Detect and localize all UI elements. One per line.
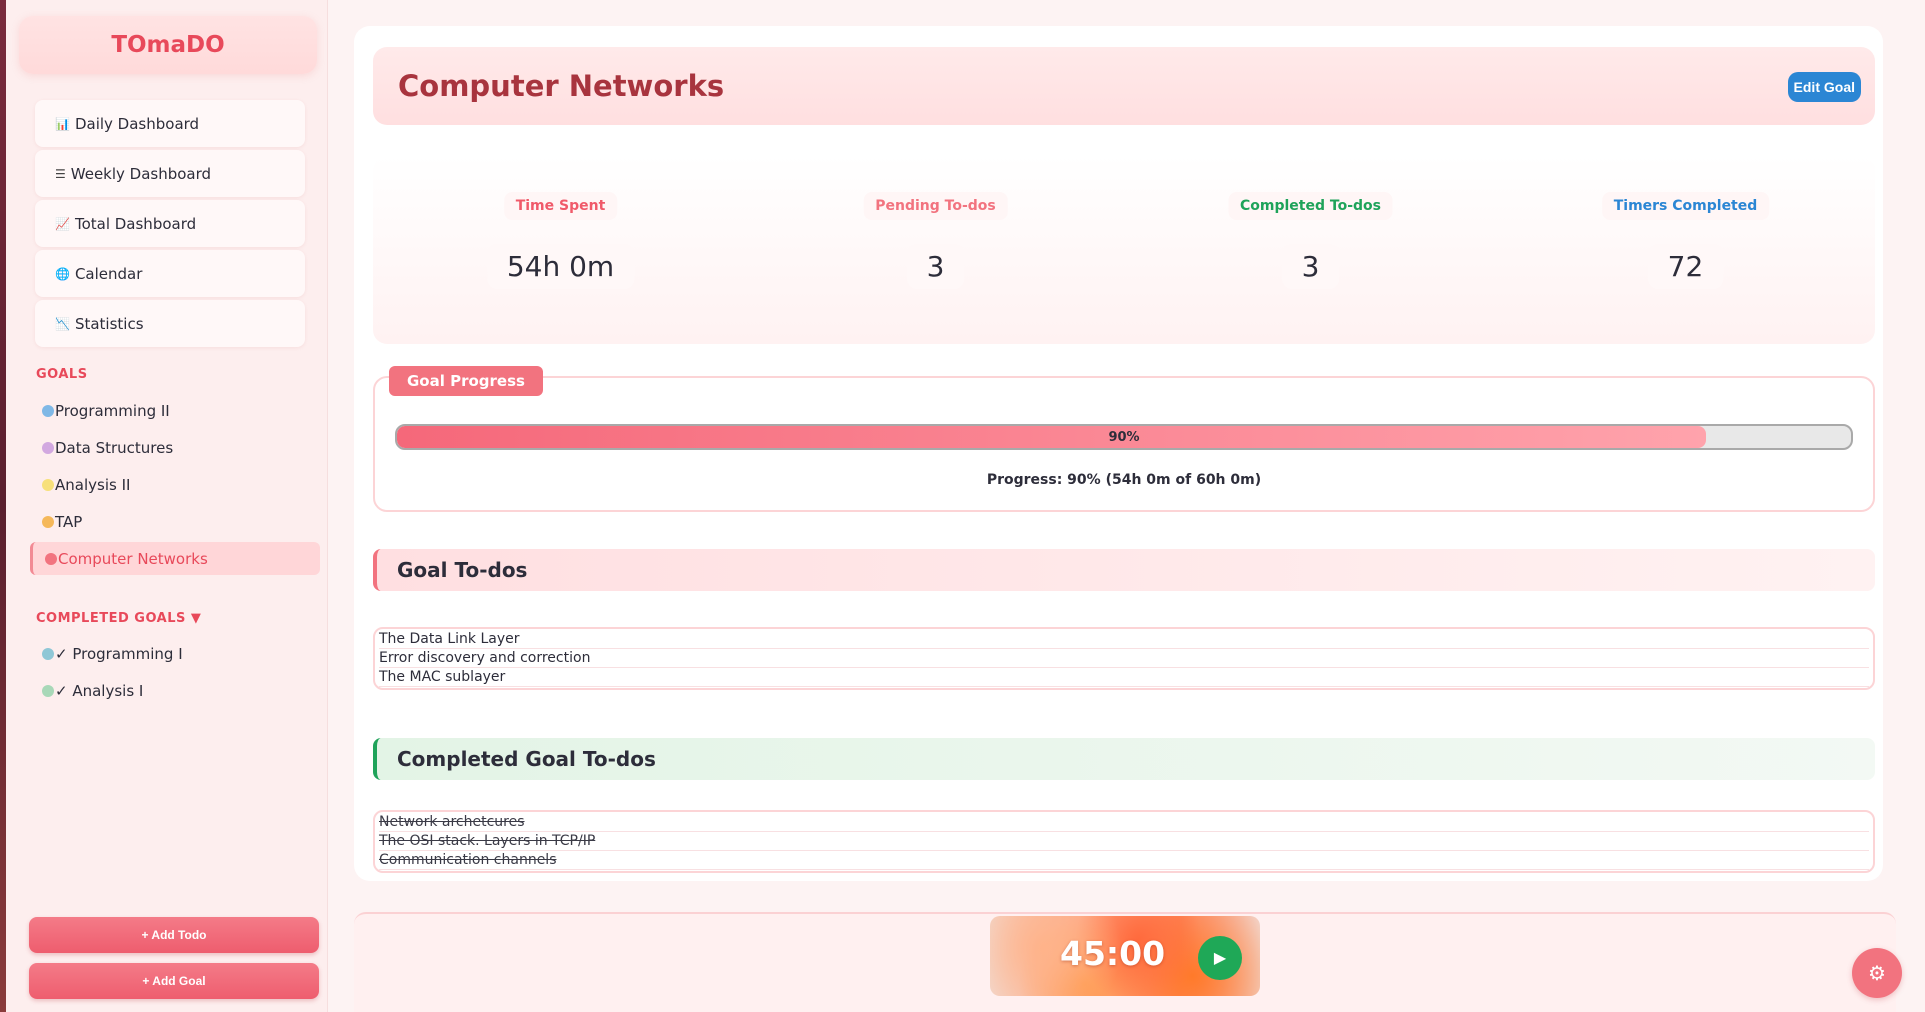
globe-icon: 🌐 <box>55 266 70 281</box>
goal-progress-card: Goal Progress 90% Progress: 90% (54h 0m … <box>373 366 1875 512</box>
goal-item-programming-ii[interactable]: Programming II <box>30 394 320 427</box>
stat-completed-todos: Completed To-dos 3 <box>1123 156 1498 344</box>
goal-color-dot <box>42 515 54 528</box>
goal-label: Analysis II <box>55 475 131 494</box>
completed-todos-header: Completed Goal To-dos <box>373 738 1875 780</box>
app-brand[interactable]: TOmaDO <box>19 16 317 74</box>
goal-color-dot <box>42 478 54 491</box>
goal-label: Data Structures <box>55 438 174 457</box>
area-chart-icon: 📈 <box>55 216 70 231</box>
progress-percent-label: 90% <box>1108 430 1140 445</box>
edit-goal-button[interactable]: Edit Goal <box>1787 72 1861 102</box>
stat-value: 54h 0m <box>486 244 635 289</box>
stat-label: Timers Completed <box>1601 192 1770 220</box>
completed-todos-list: Network archetcures The OSI stack. Layer… <box>373 810 1875 873</box>
goals-section-title: GOALS <box>36 367 88 382</box>
line-chart-icon: 📉 <box>55 316 70 331</box>
goal-label: ✓ Programming I <box>55 644 183 663</box>
goal-color-dot <box>42 441 54 454</box>
goal-todos-list: The Data Link Layer Error discovery and … <box>373 627 1875 690</box>
nav-total-dashboard[interactable]: 📈 Total Dashboard <box>35 200 305 247</box>
nav-daily-dashboard[interactable]: 📊 Daily Dashboard <box>35 100 305 147</box>
pomodoro-timer: 45:00 ▶ <box>990 916 1260 996</box>
todo-item[interactable]: The Data Link Layer <box>379 630 1869 649</box>
todo-item[interactable]: Error discovery and correction <box>379 649 1869 668</box>
progress-bar: 90% <box>395 424 1853 450</box>
nav-label: Daily Dashboard <box>74 114 200 133</box>
nav-calendar[interactable]: 🌐 Calendar <box>35 250 305 297</box>
page-title: Computer Networks <box>398 69 725 103</box>
completed-goals-list: ✓ Programming I ✓ Analysis I <box>30 637 320 711</box>
sidebar-nav: 📊 Daily Dashboard ☰ Weekly Dashboard 📈 T… <box>35 100 305 350</box>
goal-color-dot <box>45 552 57 565</box>
todo-item[interactable]: The MAC sublayer <box>379 668 1869 687</box>
goal-color-dot <box>42 404 54 417</box>
goal-header: Computer Networks Edit Goal <box>373 47 1875 125</box>
nav-label: Total Dashboard <box>74 214 197 233</box>
goal-color-dot <box>42 684 54 697</box>
stat-value: 3 <box>906 244 965 289</box>
stats-panel: Time Spent 54h 0m Pending To-dos 3 Compl… <box>373 156 1875 344</box>
completed-goal-item-programming-i[interactable]: ✓ Programming I <box>30 637 320 670</box>
goal-item-tap[interactable]: TAP <box>30 505 320 538</box>
play-icon[interactable]: ▶ <box>1198 936 1242 980</box>
nav-statistics[interactable]: 📉 Statistics <box>35 300 305 347</box>
nav-label: Statistics <box>74 314 144 333</box>
stat-pending-todos: Pending To-dos 3 <box>748 156 1123 344</box>
nav-label: Calendar <box>74 264 143 283</box>
stat-label: Completed To-dos <box>1228 192 1393 220</box>
progress-badge: Goal Progress <box>389 366 543 396</box>
goal-label: Programming II <box>55 401 170 420</box>
timer-display: 45:00 <box>1060 934 1166 973</box>
main-content: Computer Networks Edit Goal Time Spent 5… <box>354 26 1883 881</box>
add-todo-button[interactable]: + Add Todo <box>29 917 319 953</box>
goal-item-computer-networks[interactable]: Computer Networks <box>30 542 320 575</box>
goal-item-data-structures[interactable]: Data Structures <box>30 431 320 464</box>
goal-label: Computer Networks <box>58 549 208 568</box>
list-icon: ☰ <box>55 166 66 181</box>
stat-value: 3 <box>1281 244 1340 289</box>
progress-summary: Progress: 90% (54h 0m of 60h 0m) <box>986 472 1262 488</box>
goals-list: Programming II Data Structures Analysis … <box>30 394 320 579</box>
completed-goals-section-title[interactable]: COMPLETED GOALS ▼ <box>36 611 201 626</box>
completed-todo-item[interactable]: The OSI stack. Layers in TCP/IP <box>379 832 1869 851</box>
goal-label: TAP <box>55 512 83 531</box>
bar-chart-icon: 📊 <box>55 116 70 131</box>
completed-goal-item-analysis-i[interactable]: ✓ Analysis I <box>30 674 320 707</box>
goal-item-analysis-ii[interactable]: Analysis II <box>30 468 320 501</box>
sidebar: TOmaDO 📊 Daily Dashboard ☰ Weekly Dashbo… <box>6 0 328 1012</box>
stat-value: 72 <box>1647 244 1724 289</box>
goal-color-dot <box>42 647 54 660</box>
stat-label: Time Spent <box>503 192 618 220</box>
completed-todo-item[interactable]: Communication channels <box>379 851 1869 870</box>
gear-icon[interactable]: ⚙ <box>1852 948 1902 998</box>
add-goal-button[interactable]: + Add Goal <box>29 963 319 999</box>
nav-weekly-dashboard[interactable]: ☰ Weekly Dashboard <box>35 150 305 197</box>
goal-todos-header: Goal To-dos <box>373 549 1875 591</box>
stat-time-spent: Time Spent 54h 0m <box>373 156 748 344</box>
stat-label: Pending To-dos <box>863 192 1008 220</box>
completed-todo-item[interactable]: Network archetcures <box>379 813 1869 832</box>
nav-label: Weekly Dashboard <box>70 164 212 183</box>
stat-timers-completed: Timers Completed 72 <box>1498 156 1873 344</box>
goal-label: ✓ Analysis I <box>55 681 144 700</box>
